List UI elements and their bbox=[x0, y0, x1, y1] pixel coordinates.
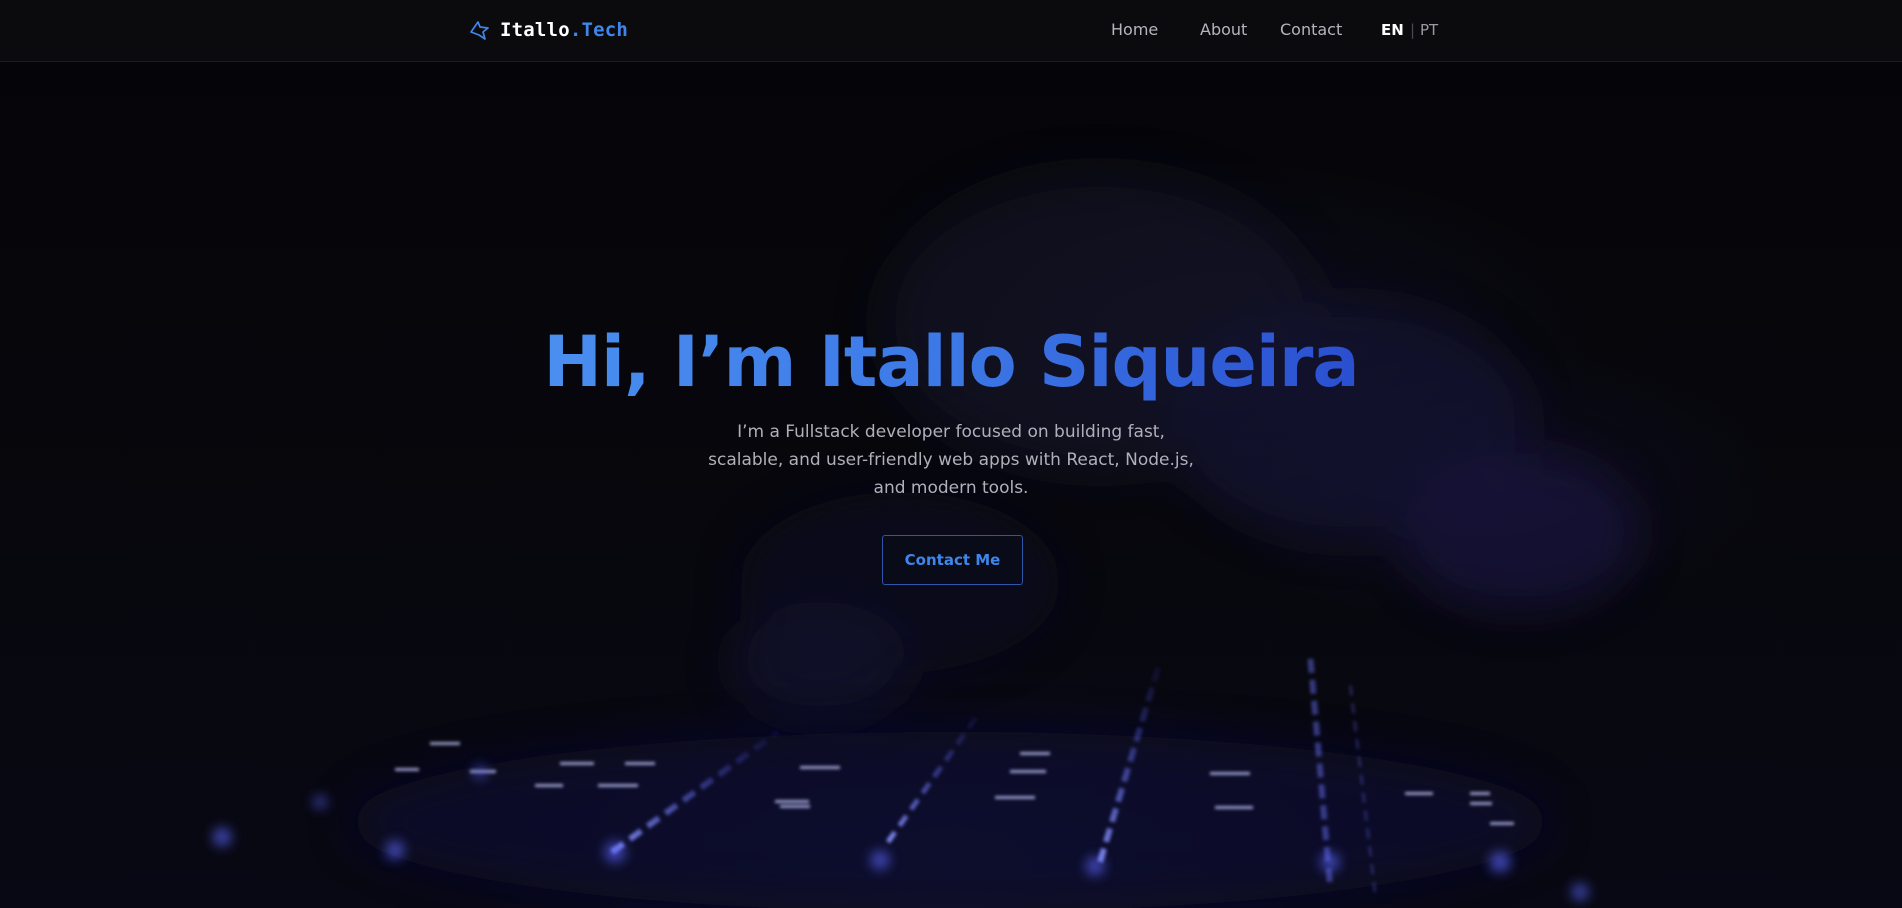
contact-me-button[interactable]: Contact Me bbox=[882, 535, 1023, 585]
brand-accent: .Tech bbox=[569, 19, 629, 41]
brand-name: Itallo bbox=[500, 19, 570, 41]
logo-mark-icon bbox=[470, 21, 489, 40]
hero-title-text: Hi, I’m Itallo Siqueira bbox=[543, 321, 1359, 403]
brand-wordmark: Itallo.Tech bbox=[500, 19, 628, 41]
hero-title: Hi, I’m Itallo Siqueira bbox=[0, 320, 1902, 404]
language-separator: | bbox=[1410, 21, 1416, 39]
nav-link-about[interactable]: About bbox=[1200, 18, 1247, 42]
site-header: Itallo.Tech Home About Contact EN | PT bbox=[0, 0, 1902, 62]
language-en-toggle[interactable]: EN bbox=[1381, 18, 1404, 42]
nav-link-contact[interactable]: Contact bbox=[1280, 18, 1342, 42]
page: Itallo.Tech Home About Contact EN | PT H… bbox=[0, 0, 1902, 908]
nav-link-home[interactable]: Home bbox=[1111, 18, 1158, 42]
hero-section: Hi, I’m Itallo Siqueira I’m a Fullstack … bbox=[0, 62, 1902, 908]
language-pt-toggle[interactable]: PT bbox=[1420, 18, 1438, 42]
hero-description: I’m a Fullstack developer focused on bui… bbox=[708, 422, 1194, 498]
brand-logo-link[interactable]: Itallo.Tech bbox=[468, 16, 628, 44]
